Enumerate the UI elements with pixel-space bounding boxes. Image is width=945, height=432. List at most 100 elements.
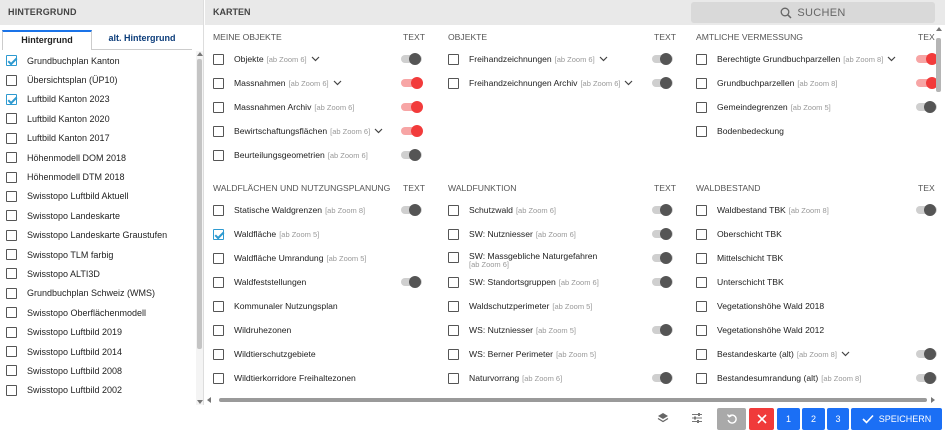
layer-row[interactable]: Naturvorrang [ab Zoom 6] — [448, 366, 678, 390]
background-item[interactable]: Swisstopo Luftbild 2019 — [0, 322, 196, 341]
tab-alt-hintergrund[interactable]: alt. Hintergrund — [92, 30, 192, 50]
reset-button[interactable] — [717, 408, 746, 430]
chevron-down-icon[interactable] — [624, 78, 633, 88]
layer-row[interactable]: WS: Berner Perimeter [ab Zoom 5] — [448, 342, 678, 366]
checkbox[interactable] — [6, 74, 17, 86]
background-item[interactable]: Luftbild Kanton 2017 — [0, 129, 196, 148]
scroll-right-icon[interactable] — [931, 397, 935, 403]
checkbox[interactable] — [6, 152, 17, 164]
checkbox[interactable] — [696, 125, 707, 137]
chevron-down-icon[interactable] — [599, 54, 608, 64]
checkbox[interactable] — [696, 348, 707, 360]
layer-row[interactable]: Beurteilungsgeometrien [ab Zoom 6] — [213, 143, 428, 167]
layer-row[interactable]: Waldfläche Umrandung [ab Zoom 5] — [213, 246, 428, 270]
layer-row[interactable]: Schutzwald [ab Zoom 6] — [448, 198, 678, 222]
layer-row[interactable]: Gemeindegrenzen [ab Zoom 5] — [696, 95, 937, 119]
layer-row[interactable]: Objekte [ab Zoom 6] — [213, 47, 428, 71]
checkbox[interactable] — [6, 384, 17, 396]
text-toggle-on[interactable] — [401, 77, 423, 89]
maps-horizontal-scrollbar[interactable] — [205, 396, 945, 404]
chevron-down-icon[interactable] — [887, 54, 896, 64]
background-item[interactable]: Swisstopo Luftbild 2008 — [0, 361, 196, 380]
layer-row[interactable]: Unterschicht TBK — [696, 270, 936, 294]
text-toggle-off[interactable] — [652, 372, 673, 384]
layer-row[interactable]: Wildtierkorridore Freihaltezonen — [213, 366, 428, 390]
scrollbar-thumb[interactable] — [219, 398, 927, 402]
checkbox[interactable] — [6, 326, 17, 338]
checkbox[interactable] — [6, 268, 17, 280]
text-toggle-off[interactable] — [652, 324, 673, 336]
chevron-down-icon[interactable] — [841, 349, 850, 359]
checkbox[interactable] — [213, 77, 224, 89]
scroll-up-icon[interactable] — [197, 52, 203, 56]
close-button[interactable] — [749, 408, 774, 430]
layer-row[interactable]: Massnahmen [ab Zoom 6] — [213, 71, 428, 95]
scroll-up-icon[interactable] — [936, 27, 942, 31]
checkbox[interactable] — [213, 348, 224, 360]
background-item[interactable]: Swisstopo Luftbild 2014 — [0, 342, 196, 361]
checkbox[interactable] — [213, 300, 224, 312]
background-item[interactable]: Swisstopo ALTI3D — [0, 264, 196, 283]
checkbox[interactable] — [448, 372, 459, 384]
layers-button[interactable] — [654, 409, 672, 427]
text-toggle-off[interactable] — [401, 149, 422, 161]
checkbox-checked[interactable] — [213, 228, 224, 240]
checkbox[interactable] — [6, 249, 17, 261]
preset-2-button[interactable]: 2 — [802, 408, 825, 430]
layer-row[interactable]: Wildruhezonen — [213, 318, 428, 342]
layer-row[interactable]: Kommunaler Nutzungsplan — [213, 294, 428, 318]
background-item[interactable]: Luftbild Kanton 2023 — [0, 90, 196, 109]
text-toggle-off[interactable] — [652, 252, 673, 264]
checkbox[interactable] — [213, 101, 224, 113]
scroll-down-icon[interactable] — [197, 400, 203, 404]
checkbox[interactable] — [448, 252, 459, 263]
text-toggle-off[interactable] — [652, 53, 673, 65]
checkbox[interactable] — [696, 53, 707, 65]
layer-row[interactable]: Waldfeststellungen — [213, 270, 428, 294]
layer-row[interactable]: Mittelschicht TBK — [696, 246, 936, 270]
checkbox[interactable] — [448, 276, 459, 288]
checkbox[interactable] — [6, 307, 17, 319]
background-item[interactable]: Swisstopo Landeskarte — [0, 206, 196, 225]
text-toggle-off[interactable] — [652, 77, 673, 89]
checkbox[interactable] — [6, 287, 17, 299]
scroll-left-icon[interactable] — [207, 397, 211, 403]
checkbox[interactable] — [6, 132, 17, 144]
text-toggle-off[interactable] — [652, 228, 673, 240]
layer-row[interactable]: Waldschutzperimeter [ab Zoom 5] — [448, 294, 678, 318]
layer-row[interactable]: Bestandesumrandung (alt) [ab Zoom 8] — [696, 366, 937, 390]
scrollbar-thumb[interactable] — [197, 59, 202, 349]
background-item[interactable]: Luftbild Kanton 2020 — [0, 109, 196, 128]
checkbox[interactable] — [213, 324, 224, 336]
layer-row[interactable]: Waldbestand TBK [ab Zoom 8] — [696, 198, 937, 222]
checkbox[interactable] — [6, 229, 17, 241]
checkbox[interactable] — [6, 113, 17, 125]
checkbox[interactable] — [448, 228, 459, 240]
checkbox[interactable] — [696, 276, 707, 288]
layer-row[interactable]: Grundbuchparzellen [ab Zoom 8] — [696, 71, 938, 95]
checkbox[interactable] — [213, 53, 224, 65]
checkbox[interactable] — [448, 324, 459, 336]
background-list-scrollbar[interactable] — [196, 51, 203, 405]
checkbox[interactable] — [696, 252, 707, 264]
background-item[interactable]: Übersichtsplan (ÜP10) — [0, 70, 196, 89]
text-toggle-off[interactable] — [401, 53, 422, 65]
layer-row[interactable]: Freihandzeichnungen [ab Zoom 6] — [448, 47, 678, 71]
background-item[interactable]: Höhenmodell DOM 2018 — [0, 148, 196, 167]
layer-row[interactable]: Statische Waldgrenzen [ab Zoom 8] — [213, 198, 428, 222]
checkbox[interactable] — [448, 204, 459, 216]
checkbox[interactable] — [696, 324, 707, 336]
text-toggle-off[interactable] — [652, 276, 673, 288]
checkbox[interactable] — [6, 346, 17, 358]
background-item[interactable]: Swisstopo TLM farbig — [0, 245, 196, 264]
text-toggle-on[interactable] — [401, 125, 423, 137]
checkbox-checked[interactable] — [6, 55, 17, 67]
checkbox[interactable] — [6, 190, 17, 202]
text-toggle-on[interactable] — [401, 101, 423, 113]
layer-row[interactable]: Oberschicht TBK — [696, 222, 936, 246]
save-button[interactable]: SPEICHERN — [851, 408, 942, 430]
layer-row[interactable]: Berechtigte Grundbuchparzellen [ab Zoom 8… — [696, 47, 938, 71]
background-item[interactable]: Swisstopo Luftbild Aktuell — [0, 187, 196, 206]
checkbox[interactable] — [696, 204, 707, 216]
layer-row[interactable]: Bodenbedeckung — [696, 119, 936, 143]
